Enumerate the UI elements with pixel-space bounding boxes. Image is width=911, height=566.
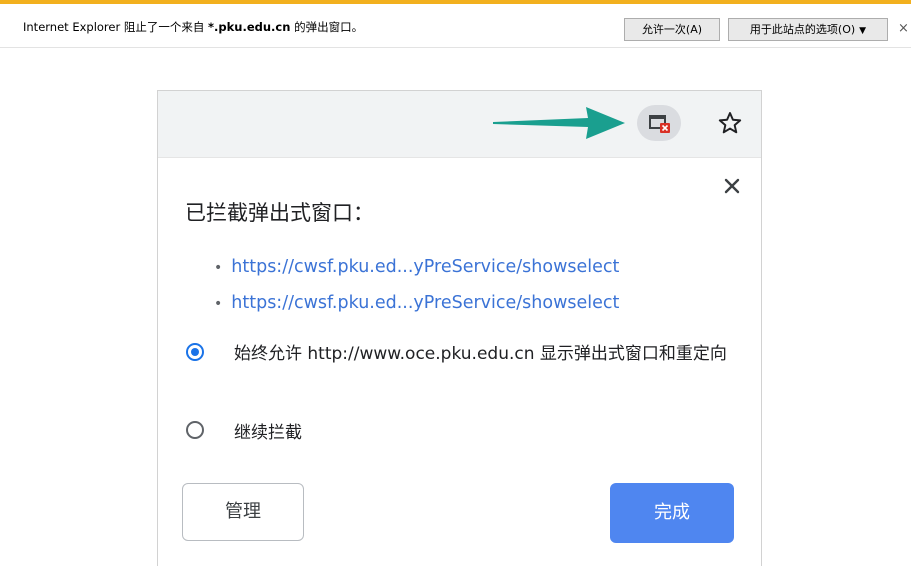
blocked-url-link[interactable]: • https://cwsf.pku.ed...yPreService/shows… xyxy=(214,293,619,313)
pointer-arrow-icon xyxy=(493,107,625,139)
popup-blocked-icon xyxy=(649,115,670,133)
ie-popup-message: Internet Explorer 阻止了一个来自 *.pku.edu.cn 的… xyxy=(23,19,363,35)
blocked-url-link[interactable]: • https://cwsf.pku.ed...yPreService/shows… xyxy=(214,257,619,277)
chrome-toolbar xyxy=(158,91,761,157)
keep-blocking-radio[interactable] xyxy=(186,421,204,439)
chrome-popup-blocked-screenshot: 已拦截弹出式窗口： • https://cwsf.pku.ed...yPreSer… xyxy=(157,90,762,566)
bullet-icon: • xyxy=(214,260,223,276)
ie-bar-close-icon[interactable]: × xyxy=(898,21,909,36)
bookmark-star-icon[interactable] xyxy=(717,110,743,136)
ie-message-domain: *.pku.edu.cn xyxy=(208,20,291,34)
dropdown-caret-icon: ▼ xyxy=(859,26,867,36)
ie-message-suffix: 的弹出窗口。 xyxy=(290,20,364,34)
ie-popup-notification-bar: Internet Explorer 阻止了一个来自 *.pku.edu.cn 的… xyxy=(0,0,911,48)
popup-blocked-indicator[interactable] xyxy=(637,105,681,141)
done-button[interactable]: 完成 xyxy=(610,483,734,543)
close-icon[interactable] xyxy=(723,177,741,195)
blocked-url-text: https://cwsf.pku.ed...yPreService/showse… xyxy=(231,293,620,313)
site-options-label: 用于此站点的选项(O) xyxy=(749,23,856,36)
dialog-title: 已拦截弹出式窗口： xyxy=(185,201,374,225)
always-allow-label[interactable]: 始终允许 http://www.oce.pku.edu.cn 显示弹出式窗口和重… xyxy=(234,342,734,367)
bullet-icon: • xyxy=(214,296,223,312)
site-options-button[interactable]: 用于此站点的选项(O) ▼ xyxy=(728,18,888,41)
allow-once-button[interactable]: 允许一次(A) xyxy=(624,18,720,41)
toolbar-divider xyxy=(158,157,761,158)
manage-button[interactable]: 管理 xyxy=(182,483,304,541)
always-allow-radio[interactable] xyxy=(186,343,204,361)
keep-blocking-label[interactable]: 继续拦截 xyxy=(234,421,302,446)
blocked-url-text: https://cwsf.pku.ed...yPreService/showse… xyxy=(231,257,620,277)
ie-message-prefix: Internet Explorer 阻止了一个来自 xyxy=(23,20,209,34)
